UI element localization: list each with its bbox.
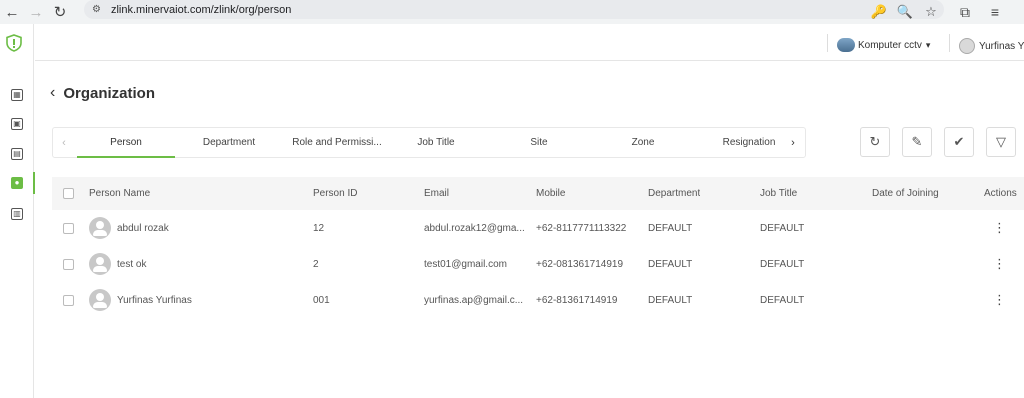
sidebar: ▦ ▣ ▤ ● ▥ (0, 24, 35, 398)
page-title: ‹ Organization (50, 84, 155, 102)
site-avatar-icon (837, 38, 855, 52)
refresh-button[interactable]: ↻ (860, 127, 890, 157)
header-divider (949, 34, 950, 52)
column-header-department[interactable]: Department (648, 188, 700, 199)
device-icon: ▣ (11, 118, 23, 130)
chevron-down-icon: ▾ (925, 39, 931, 50)
column-header-email[interactable]: Email (424, 188, 449, 199)
document-icon: ▥ (11, 208, 23, 220)
person-id: 001 (313, 295, 330, 306)
table-header: Person Name Person ID Email Mobile Depar… (52, 177, 1024, 210)
person-email: abdul.rozak12@gma... (424, 223, 525, 234)
person-name[interactable]: abdul rozak (117, 223, 297, 234)
table-row[interactable]: test ok 2 test01@gmail.com +62-081361714… (52, 246, 1024, 282)
filter-icon: ▽ (996, 134, 1006, 149)
person-department: DEFAULT (648, 295, 693, 306)
tab-site[interactable]: Site (493, 128, 585, 157)
person-job-title: DEFAULT (760, 259, 805, 270)
tab-scroll-right-icon[interactable]: › (782, 128, 804, 157)
password-key-icon[interactable]: 🔑 (866, 4, 892, 20)
url-text[interactable]: zlink.minervaiot.com/zlink/org/person (111, 4, 291, 16)
person-avatar-icon (89, 253, 111, 275)
row-actions-kebab-icon[interactable]: ⋮ (993, 257, 1006, 271)
person-department: DEFAULT (648, 223, 693, 234)
table-row[interactable]: abdul rozak 12 abdul.rozak12@gma... +62-… (52, 210, 1024, 246)
column-header-person-id[interactable]: Person ID (313, 188, 357, 199)
tab-person[interactable]: Person (77, 128, 175, 158)
extensions-icon[interactable]: ⧉ (950, 4, 980, 21)
site-selector[interactable]: Komputer cctv ▾ (837, 38, 930, 52)
sidebar-item-organization[interactable]: ● (0, 172, 35, 194)
person-name[interactable]: test ok (117, 259, 297, 270)
person-avatar-icon (89, 289, 111, 311)
tab-department[interactable]: Department (181, 128, 277, 157)
header-divider (827, 34, 828, 52)
site-settings-icon[interactable]: ⚙ (92, 4, 101, 15)
bookmark-star-icon[interactable]: ☆ (918, 4, 944, 20)
person-name[interactable]: Yurfinas Yurfinas (117, 295, 297, 306)
person-mobile: +62-81361714919 (536, 295, 618, 306)
tab-resignation[interactable]: Resignation (713, 128, 785, 157)
site-name: Komputer cctv (858, 39, 922, 51)
bus-icon: ▤ (11, 148, 23, 160)
user-name: Yurfinas Y (979, 40, 1024, 52)
sidebar-item-dashboard[interactable]: ▦ (0, 84, 34, 106)
browser-toolbar: ← → ↻ ⚙ zlink.minervaiot.com/zlink/org/p… (0, 0, 1024, 24)
person-job-title: DEFAULT (760, 223, 805, 234)
row-checkbox[interactable] (63, 223, 74, 234)
zoom-icon[interactable]: 🔍 (892, 4, 918, 20)
reading-list-icon[interactable]: ≡ (980, 4, 1010, 20)
top-header: Komputer cctv ▾ Yurfinas Y (35, 24, 1024, 61)
edit-check-icon: ✔ (953, 134, 965, 149)
person-mobile: +62-081361714919 (536, 259, 624, 270)
person-id: 2 (313, 259, 319, 270)
sidebar-item-device[interactable]: ▣ (0, 113, 34, 135)
person-email: yurfinas.ap@gmail.c... (424, 295, 524, 306)
sidebar-item-transport[interactable]: ▤ (0, 143, 34, 165)
select-all-checkbox[interactable] (63, 188, 74, 199)
column-header-actions: Actions (984, 188, 1017, 199)
table-row[interactable]: Yurfinas Yurfinas 001 yurfinas.ap@gmail.… (52, 282, 1024, 318)
tab-scroll-left-icon[interactable]: ‹ (53, 128, 75, 157)
refresh-icon: ↻ (869, 134, 881, 149)
column-header-job-title[interactable]: Job Title (760, 188, 797, 199)
tab-bar: ‹ Person Department Role and Permissi...… (52, 127, 806, 158)
row-checkbox[interactable] (63, 295, 74, 306)
column-header-date-of-joining[interactable]: Date of Joining (872, 188, 939, 199)
back-arrow-icon[interactable]: ‹ (50, 84, 55, 102)
bulk-edit-button[interactable]: ✔ (944, 127, 974, 157)
tab-job-title[interactable]: Job Title (393, 128, 479, 157)
edit-button[interactable]: ✎ (902, 127, 932, 157)
column-header-person-name[interactable]: Person Name (89, 188, 150, 199)
person-job-title: DEFAULT (760, 295, 805, 306)
person-department: DEFAULT (648, 259, 693, 270)
row-actions-kebab-icon[interactable]: ⋮ (993, 293, 1006, 307)
user-menu[interactable]: Yurfinas Y (959, 38, 1024, 54)
back-icon[interactable]: ← (0, 0, 24, 24)
column-header-mobile[interactable]: Mobile (536, 188, 565, 199)
sidebar-item-document[interactable]: ▥ (0, 203, 34, 225)
row-checkbox[interactable] (63, 259, 74, 270)
page-title-text: Organization (63, 84, 155, 102)
forward-icon[interactable]: → (24, 0, 48, 24)
person-email: test01@gmail.com (424, 259, 507, 270)
grid-icon: ▦ (11, 89, 23, 101)
person-mobile: +62-8117771113322 (536, 223, 627, 234)
reload-icon[interactable]: ↻ (48, 0, 72, 24)
person-id: 12 (313, 223, 325, 234)
edit-icon: ✎ (911, 134, 923, 149)
person-avatar-icon (89, 217, 111, 239)
address-bar[interactable]: ⚙ zlink.minervaiot.com/zlink/org/person … (84, 0, 944, 19)
app-logo-icon[interactable] (6, 34, 22, 52)
filter-button[interactable]: ▽ (986, 127, 1016, 157)
tab-role-and-permission[interactable]: Role and Permissi... (285, 128, 389, 157)
tab-zone[interactable]: Zone (597, 128, 689, 157)
user-avatar-icon (959, 38, 975, 54)
person-card-icon: ● (11, 177, 23, 189)
row-actions-kebab-icon[interactable]: ⋮ (993, 221, 1006, 235)
